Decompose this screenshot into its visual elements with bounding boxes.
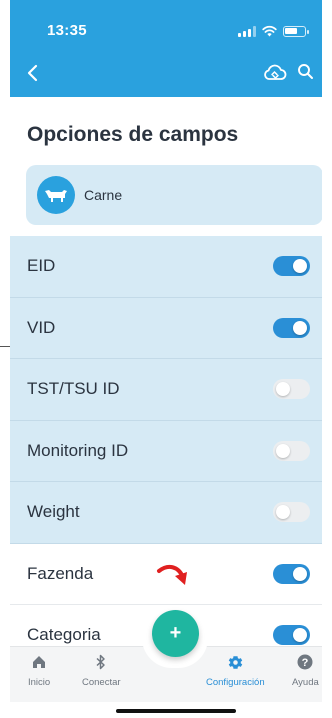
nav-label: Conectar [82,677,121,688]
eid-toggle[interactable] [273,256,310,277]
annotation-line [0,346,10,347]
nav-inicio[interactable]: Inicio [28,653,50,688]
nav-ayuda[interactable]: ? Ayuda [292,653,319,688]
tst-tsu-id-toggle[interactable] [273,379,310,400]
gear-icon [226,653,244,671]
field-options-list: EID VID TST/TSU ID Monitoring ID Weight … [10,236,322,667]
back-icon[interactable] [22,62,44,84]
categoria-toggle[interactable] [273,625,310,646]
signal-icon [238,25,256,37]
home-indicator [116,709,236,713]
fazenda-toggle[interactable] [273,563,310,584]
field-row-monitoring-id: Monitoring ID [10,420,322,482]
monitoring-id-toggle[interactable] [273,440,310,461]
field-label: Weight [27,502,80,522]
field-label: VID [27,317,56,337]
nav-label: Ayuda [292,677,319,688]
status-icons [238,24,309,38]
add-button[interactable]: + [152,610,199,657]
species-label: Carne [84,187,123,203]
field-row-tst-tsu-id: TST/TSU ID [10,359,322,421]
cow-icon [37,176,75,214]
nav-label: Configuración [206,677,265,688]
field-label: TST/TSU ID [27,379,120,399]
cloud-sync-icon[interactable] [262,62,288,84]
app-header: 13:35 [10,0,322,97]
status-time: 13:35 [47,22,87,39]
vid-toggle[interactable] [273,317,310,338]
nav-conectar[interactable]: Conectar [82,653,121,688]
battery-icon [283,25,309,37]
field-label: Fazenda [27,563,94,583]
field-label: EID [27,256,56,276]
bluetooth-icon [92,653,110,671]
field-row-weight: Weight [10,482,322,544]
field-row-vid: VID [10,297,322,359]
nav-label: Inicio [28,677,51,688]
search-icon[interactable] [296,62,316,82]
svg-text:?: ? [302,657,309,669]
weight-toggle[interactable] [273,502,310,523]
wifi-icon [262,25,277,37]
phone-screen: 13:35 Opciones de campos Carne EID VID T… [10,0,322,718]
species-selector[interactable]: Carne [26,165,322,225]
field-row-eid: EID [10,236,322,298]
nav-configuracion[interactable]: Configuración [206,653,265,688]
help-icon: ? [296,653,314,671]
home-icon [30,653,48,671]
field-label: Monitoring ID [27,440,129,460]
page-title: Opciones de campos [27,123,239,146]
field-label: Categoria [27,625,101,645]
annotation-arrow-icon [157,564,187,585]
